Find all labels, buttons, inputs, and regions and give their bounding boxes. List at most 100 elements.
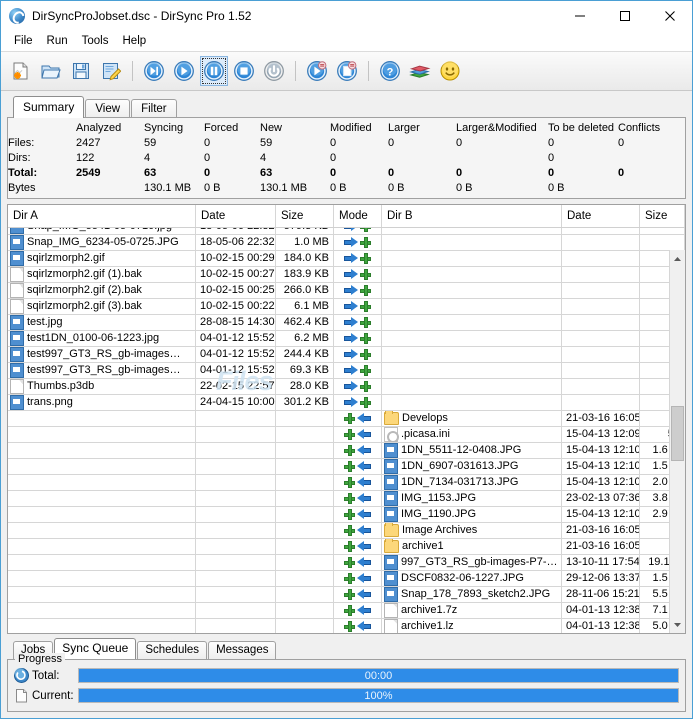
schedule-job-icon[interactable] <box>333 56 361 86</box>
grid-vertical-scrollbar[interactable] <box>669 250 685 633</box>
menu-item-file[interactable]: File <box>7 33 40 49</box>
tab-summary[interactable]: Summary <box>13 96 85 118</box>
tab-filter[interactable]: Filter <box>131 99 177 118</box>
tab-messages[interactable]: Messages <box>208 641 277 659</box>
cell-mode[interactable] <box>334 228 382 234</box>
column-header-date-b[interactable]: Date <box>562 205 640 227</box>
run-job-icon[interactable] <box>303 56 331 86</box>
table-row[interactable]: sqirlzmorph2.gif (1).bak 10-02-15 00:27 18… <box>8 267 685 283</box>
table-row[interactable]: test1DN_0100-06-1223.jpg 04-01-12 15:52 6.… <box>8 331 685 347</box>
cell-mode[interactable] <box>334 347 382 362</box>
table-row[interactable]: test.jpg 28-08-15 14:30 462.4 KB <box>8 315 685 331</box>
cell-mode[interactable] <box>334 251 382 266</box>
stop-icon[interactable] <box>230 56 258 86</box>
cell-mode[interactable] <box>334 235 382 250</box>
maximize-icon[interactable] <box>602 1 647 31</box>
tab-view[interactable]: View <box>85 99 131 118</box>
minimize-icon[interactable] <box>557 1 602 31</box>
cell-mode[interactable] <box>334 539 382 554</box>
column-header-mode[interactable]: Mode <box>334 205 382 227</box>
cell-mode[interactable] <box>334 555 382 570</box>
table-row[interactable]: IMG_1190.JPG 15-04-13 12:10 2.9 M <box>8 507 685 523</box>
table-row[interactable]: DSCF0832-06-1227.JPG 29-12-06 13:37 1.5 M <box>8 571 685 587</box>
cell-mode[interactable] <box>334 571 382 586</box>
table-row[interactable]: 1DN_6907-031613.JPG 15-04-13 12:10 1.5 M <box>8 459 685 475</box>
table-row[interactable]: test997_GT3_RS_gb-images… 04-01-12 15:52 2… <box>8 347 685 363</box>
open-jobset-icon[interactable] <box>37 56 65 86</box>
about-icon[interactable] <box>436 56 464 86</box>
column-header-dir-a[interactable]: Dir A <box>8 205 196 227</box>
table-row[interactable]: 1DN_7134-031713.JPG 15-04-13 12:10 2.0 M <box>8 475 685 491</box>
table-row[interactable]: Image Archives21-03-16 16:050 <box>8 523 685 539</box>
power-icon[interactable] <box>260 56 288 86</box>
cell-mode[interactable] <box>334 507 382 522</box>
cell-mode[interactable] <box>334 619 382 633</box>
synchronize-icon[interactable] <box>170 56 198 86</box>
cell-mode[interactable] <box>334 411 382 426</box>
table-row[interactable]: test997_GT3_RS_gb-images… 04-01-12 15:52 6… <box>8 363 685 379</box>
save-jobset-icon[interactable] <box>67 56 95 86</box>
cell-mode[interactable] <box>334 587 382 602</box>
table-row[interactable]: Snap_IMG_6234-05-0725.JPG 18-05-06 22:32 1… <box>8 235 685 251</box>
cell-mode[interactable] <box>334 523 382 538</box>
cell-mode[interactable] <box>334 427 382 442</box>
edit-jobset-icon[interactable] <box>97 56 125 86</box>
cell-date-b <box>562 347 640 362</box>
analyze-icon[interactable] <box>140 56 168 86</box>
scrollbar-thumb[interactable] <box>671 406 684 461</box>
cell-mode[interactable] <box>334 379 382 394</box>
grid-body[interactable]: Files Snap_IMG_5541-05-0710.jpg18-05-06 … <box>8 228 685 633</box>
table-row[interactable]: sqirlzmorph2.gif (2).bak 10-02-15 00:25 26… <box>8 283 685 299</box>
table-row[interactable]: 1DN_5511-12-0408.JPG 15-04-13 12:10 1.6 M <box>8 443 685 459</box>
table-row[interactable]: Snap_IMG_5541-05-0710.jpg 18-05-06 22:325… <box>8 228 685 235</box>
cell-mode[interactable] <box>334 267 382 282</box>
table-row[interactable]: trans.png 24-04-15 10:00 301.2 KB <box>8 395 685 411</box>
tab-sync-queue[interactable]: Sync Queue <box>54 638 137 659</box>
cell-mode[interactable] <box>334 603 382 618</box>
cell-mode[interactable] <box>334 283 382 298</box>
column-header-size-b[interactable]: Size <box>640 205 685 227</box>
cell-date-b <box>562 283 640 298</box>
cell-mode[interactable] <box>334 363 382 378</box>
cell-mode[interactable] <box>334 395 382 410</box>
table-row[interactable]: archive1.lz 04-01-13 12:38 5.0 M <box>8 619 685 633</box>
table-row[interactable]: archive121-03-16 16:050 <box>8 539 685 555</box>
cell-mode[interactable] <box>334 331 382 346</box>
cell-mode[interactable] <box>334 443 382 458</box>
column-header-size-a[interactable]: Size <box>276 205 334 227</box>
table-row[interactable]: Develops21-03-16 16:050 <box>8 411 685 427</box>
table-row[interactable]: archive1.7z 04-01-13 12:38 7.1 M <box>8 603 685 619</box>
cell-mode[interactable] <box>334 315 382 330</box>
table-row[interactable]: Thumbs.p3db 22-02-15 22:57 28.0 KB <box>8 379 685 395</box>
new-jobset-icon[interactable] <box>7 56 35 86</box>
scroll-up-button[interactable] <box>670 250 685 267</box>
cell-mode[interactable] <box>334 491 382 506</box>
scroll-down-button[interactable] <box>670 616 685 633</box>
table-row[interactable]: sqirlzmorph2.gif 10-02-15 00:29 184.0 KB <box>8 251 685 267</box>
table-row[interactable]: Snap_178_7893_sketch2.JPG 28-11-06 15:21 5… <box>8 587 685 603</box>
table-row[interactable]: 997_GT3_RS_gb-images-P7-… 13-10-11 17:54 1… <box>8 555 685 571</box>
menu-item-help[interactable]: Help <box>116 33 154 49</box>
table-row[interactable]: IMG_1153.JPG 23-02-13 07:36 3.8 M <box>8 491 685 507</box>
close-icon[interactable] <box>647 1 692 31</box>
column-header-date-a[interactable]: Date <box>196 205 276 227</box>
cell-date-a: 04-01-12 15:52 <box>196 331 276 346</box>
cell-dir-a: trans.png <box>8 395 196 410</box>
pause-icon[interactable] <box>200 56 228 86</box>
cell-date-b <box>562 315 640 330</box>
toolbar-separator-1 <box>132 61 133 81</box>
menu-item-run[interactable]: Run <box>40 33 75 49</box>
table-row[interactable]: sqirlzmorph2.gif (3).bak 10-02-15 00:22 6.… <box>8 299 685 315</box>
column-header-dir-b[interactable]: Dir B <box>382 205 562 227</box>
cell-date-a <box>196 491 276 506</box>
cell-mode[interactable] <box>334 475 382 490</box>
cell-mode[interactable] <box>334 299 382 314</box>
svg-text:?: ? <box>387 67 394 79</box>
table-row[interactable]: .picasa.ini15-04-13 12:0959 <box>8 427 685 443</box>
menu-item-tools[interactable]: Tools <box>75 33 116 49</box>
help-icon[interactable]: ? <box>376 56 404 86</box>
cell-mode[interactable] <box>334 459 382 474</box>
tab-schedules[interactable]: Schedules <box>137 641 208 659</box>
image-file-icon <box>10 251 24 266</box>
manual-icon[interactable] <box>406 56 434 86</box>
